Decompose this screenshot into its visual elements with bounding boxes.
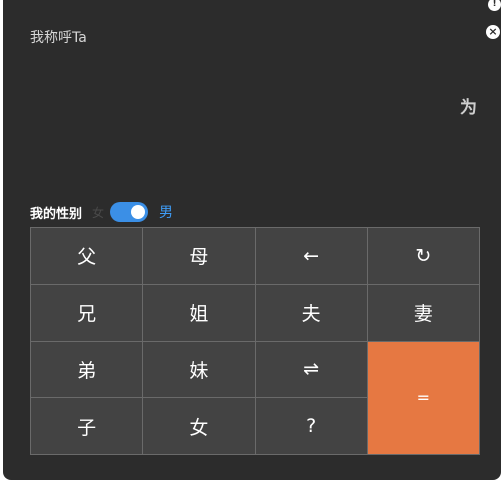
gender-toggle[interactable] [110, 202, 149, 222]
key-mother[interactable]: 母 [143, 228, 256, 285]
key-father[interactable]: 父 [31, 228, 144, 285]
key-equal[interactable]: = [367, 341, 480, 455]
key-elder-brother[interactable]: 兄 [31, 284, 144, 342]
key-husband[interactable]: 夫 [255, 284, 368, 342]
key-backspace[interactable]: ← [255, 228, 368, 285]
gender-option-female: 女 [92, 205, 105, 220]
toggle-knob [131, 205, 146, 219]
page-title: 我称呼Ta [30, 30, 87, 46]
relation-calculator-panel: 我称呼Ta 为 我的性别 女 男 父 母 ← ↻ 兄 姐 夫 妻 弟 妹 ⇌ =… [3, 0, 501, 480]
gender-value: 男 [159, 205, 174, 221]
key-younger-sister[interactable]: 妹 [143, 341, 256, 399]
result-display: 为 [460, 98, 477, 118]
key-question[interactable]: ? [255, 398, 368, 455]
key-elder-sister[interactable]: 姐 [143, 284, 256, 342]
close-icon[interactable]: × [486, 25, 500, 39]
keypad: 父 母 ← ↻ 兄 姐 夫 妻 弟 妹 ⇌ = 子 女 ? [30, 227, 480, 455]
key-wife[interactable]: 妻 [367, 284, 480, 342]
gender-selector: 我的性别 女 男 [30, 202, 173, 222]
key-younger-brother[interactable]: 弟 [31, 341, 144, 399]
key-son[interactable]: 子 [31, 398, 144, 455]
key-swap[interactable]: ⇌ [255, 341, 368, 399]
gender-label: 我的性别 [30, 206, 83, 222]
key-reset[interactable]: ↻ [367, 228, 480, 285]
key-daughter[interactable]: 女 [143, 398, 256, 455]
